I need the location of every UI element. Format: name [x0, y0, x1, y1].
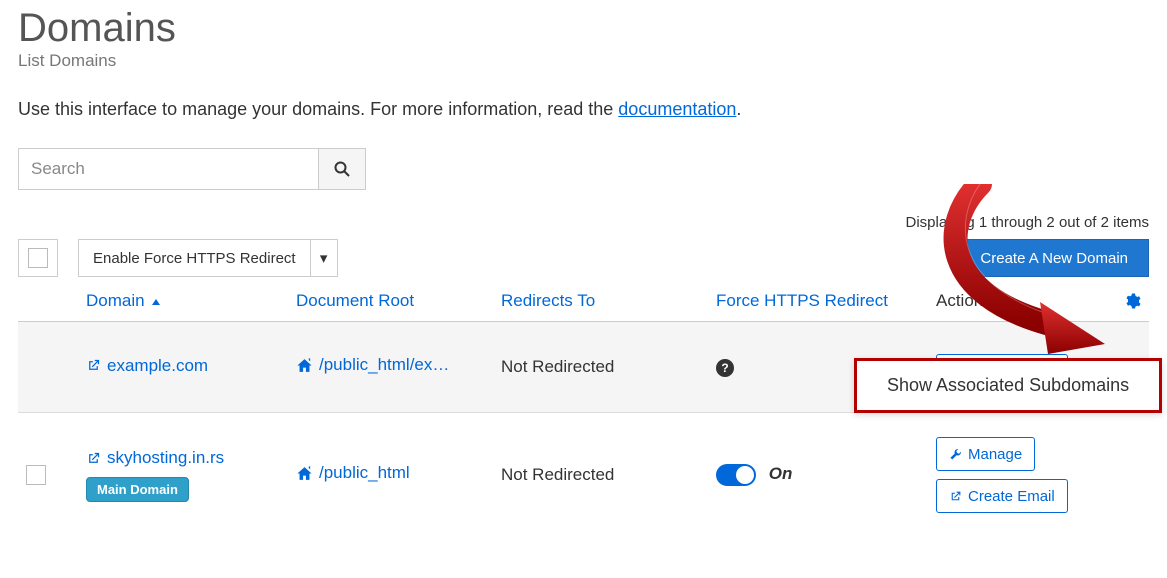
create-domain-button[interactable]: Create A New Domain — [959, 239, 1149, 277]
manage-button[interactable]: Manage — [936, 437, 1035, 471]
external-link-icon — [86, 358, 101, 373]
table-row: skyhosting.in.rs Main Domain /public_htm… — [18, 413, 1149, 538]
home-icon — [296, 357, 313, 374]
document-root-path: /public_html — [319, 463, 410, 483]
col-actions-label: Actions — [936, 291, 992, 311]
page-title: Domains — [18, 6, 1149, 51]
gear-menu-item-show-subdomains[interactable]: Show Associated Subdomains — [854, 358, 1162, 413]
redirects-to-cell: Not Redirected — [493, 413, 708, 538]
document-root-link[interactable]: /public_html — [296, 463, 410, 483]
force-https-dropdown-toggle[interactable]: ▾ — [310, 239, 338, 277]
col-domain-label: Domain — [86, 291, 145, 310]
redirects-to-cell: Not Redirected — [493, 322, 708, 413]
domain-link[interactable]: skyhosting.in.rs — [86, 448, 224, 468]
main-domain-badge: Main Domain — [86, 477, 189, 502]
search-icon — [334, 161, 350, 177]
domain-link[interactable]: example.com — [86, 356, 208, 376]
domain-name: skyhosting.in.rs — [107, 448, 224, 468]
wrench-icon — [949, 448, 962, 461]
col-force-https[interactable]: Force HTTPS Redirect — [708, 281, 928, 322]
create-email-button[interactable]: Create Email — [936, 479, 1068, 513]
domain-name: example.com — [107, 356, 208, 376]
search-button[interactable] — [318, 148, 366, 190]
gear-icon[interactable] — [1123, 292, 1141, 310]
force-https-toggle[interactable] — [716, 464, 756, 486]
select-all-checkbox[interactable] — [28, 248, 48, 268]
intro-prefix: Use this interface to manage your domain… — [18, 99, 618, 119]
col-document-root[interactable]: Document Root — [288, 281, 493, 322]
search-input[interactable] — [18, 148, 318, 190]
col-domain[interactable]: Domain — [78, 281, 288, 322]
home-icon — [296, 465, 313, 482]
manage-label: Manage — [968, 446, 1022, 463]
documentation-link[interactable]: documentation — [618, 99, 736, 119]
intro-text: Use this interface to manage your domain… — [18, 99, 1149, 120]
row-checkbox[interactable] — [26, 465, 46, 485]
intro-suffix: . — [736, 99, 741, 119]
external-link-icon — [949, 490, 962, 503]
create-email-label: Create Email — [968, 488, 1055, 505]
caret-down-icon: ▾ — [320, 249, 328, 267]
help-icon[interactable]: ? — [716, 359, 734, 377]
page-subtitle: List Domains — [18, 51, 1149, 71]
col-redirects-to[interactable]: Redirects To — [493, 281, 708, 322]
enable-force-https-button[interactable]: Enable Force HTTPS Redirect — [78, 239, 310, 277]
result-count: Displaying 1 through 2 out of 2 items — [18, 214, 1149, 231]
external-link-icon — [86, 451, 101, 466]
select-all-wrapper[interactable] — [18, 239, 58, 277]
force-https-state: On — [769, 464, 793, 483]
col-actions: Actions — [928, 281, 1149, 322]
search-bar — [18, 148, 1149, 190]
document-root-path: /public_html/ex… — [319, 355, 449, 375]
document-root-link[interactable]: /public_html/ex… — [296, 355, 449, 375]
sort-asc-icon — [151, 297, 161, 307]
